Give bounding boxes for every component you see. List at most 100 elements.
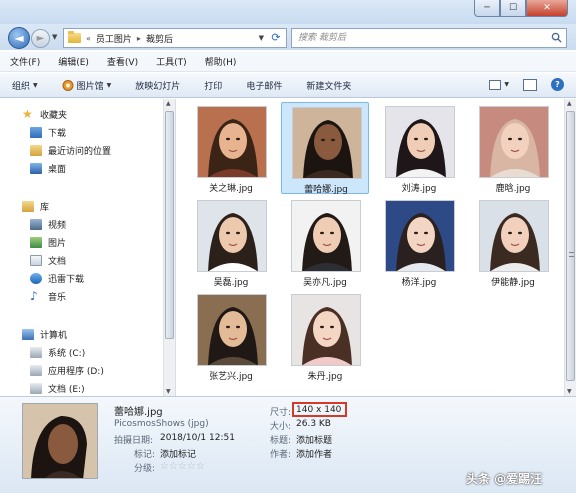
drive-icon bbox=[30, 364, 42, 376]
file-tile[interactable]: 刘涛.jpg bbox=[375, 102, 463, 194]
search-input[interactable]: 搜索 裁剪后 bbox=[291, 28, 567, 48]
menu-view[interactable]: 查看(V) bbox=[107, 55, 138, 68]
nav-drive-c[interactable]: 系统 (C:) bbox=[30, 345, 85, 359]
nav-drive-d[interactable]: 应用程序 (D:) bbox=[30, 363, 104, 377]
drive-icon bbox=[30, 382, 42, 394]
file-tile[interactable]: 吴磊.jpg bbox=[187, 196, 275, 288]
file-name: 刘涛.jpg bbox=[401, 184, 437, 194]
view-controls: ▼ ? bbox=[489, 78, 564, 91]
change-view-button[interactable]: ▼ bbox=[489, 79, 509, 90]
content-scroll-thumb[interactable] bbox=[566, 111, 575, 381]
nav-libraries[interactable]: 库 bbox=[22, 199, 49, 213]
detail-author-value[interactable]: 添加作者 bbox=[296, 447, 332, 460]
nav-label: 图片 bbox=[48, 238, 67, 249]
xunlei-icon bbox=[30, 272, 42, 284]
detail-title-value[interactable]: 添加标题 bbox=[296, 433, 332, 446]
nav-pictures[interactable]: 图片 bbox=[30, 235, 66, 249]
nav-documents[interactable]: 文档 bbox=[30, 253, 66, 267]
nav-scroll-thumb[interactable] bbox=[165, 111, 174, 339]
detail-rating-label: 分级: bbox=[134, 464, 156, 474]
nav-label: 应用程序 (D:) bbox=[48, 366, 104, 377]
preview-pane-icon[interactable] bbox=[523, 78, 537, 91]
file-tile[interactable]: 鹿晗.jpg bbox=[469, 102, 557, 194]
slideshow-button[interactable]: 放映幻灯片 bbox=[135, 79, 180, 92]
picture-viewer-button[interactable]: 图片馆 ▼ bbox=[62, 79, 111, 92]
scroll-down-arrow[interactable]: ▼ bbox=[166, 388, 171, 395]
scroll-up-arrow[interactable]: ▲ bbox=[567, 100, 572, 107]
nav-label: 音乐 bbox=[48, 292, 67, 303]
refresh-button[interactable]: ⟳ bbox=[266, 28, 286, 48]
file-tile[interactable]: 蕾哈娜.jpg bbox=[281, 102, 369, 195]
file-thumbnail bbox=[479, 106, 549, 178]
rating-stars[interactable]: ☆☆☆☆☆ bbox=[160, 461, 205, 472]
email-button[interactable]: 电子邮件 bbox=[246, 79, 282, 92]
scroll-down-arrow[interactable]: ▼ bbox=[567, 388, 572, 395]
portrait-image bbox=[23, 404, 97, 478]
nav-label: 文档 bbox=[48, 256, 67, 267]
detail-date-label: 拍摄日期: bbox=[114, 436, 154, 446]
menu-help[interactable]: 帮助(H) bbox=[205, 55, 237, 68]
system-drive-icon bbox=[30, 346, 42, 358]
file-thumbnail bbox=[385, 200, 455, 272]
menu-bar: 文件(F) 编辑(E) 查看(V) 工具(T) 帮助(H) bbox=[0, 52, 576, 72]
file-name: 朱丹.jpg bbox=[307, 372, 343, 382]
nav-recent[interactable]: 最近访问的位置 bbox=[30, 143, 111, 157]
back-button[interactable]: ◄ bbox=[8, 27, 30, 49]
menu-file[interactable]: 文件(F) bbox=[10, 55, 40, 68]
close-button[interactable]: ✕ bbox=[526, 0, 568, 17]
breadcrumb-item[interactable]: 裁剪后 bbox=[146, 32, 173, 45]
nav-favorites[interactable]: ★ 收藏夹 bbox=[22, 107, 67, 121]
address-row: ◄ ► ▼ « 员工图片 ▸ 裁剪后 ▼ ⟳ 搜索 裁剪后 bbox=[0, 24, 576, 50]
file-name: 张艺兴.jpg bbox=[209, 372, 253, 382]
navigation-pane: ★ 收藏夹 下载 最近访问的位置 桌面 库 视频 图片 文档 迅雷下载 ♪ 音乐… bbox=[0, 99, 176, 396]
detail-dim-label: 尺寸: bbox=[270, 408, 292, 418]
content-scrollbar[interactable]: ▲ ▼ bbox=[564, 99, 576, 396]
dimension-highlight-box bbox=[292, 402, 347, 417]
detail-tags-value[interactable]: 添加标记 bbox=[160, 447, 196, 460]
folder-icon bbox=[68, 31, 81, 43]
scroll-up-arrow[interactable]: ▲ bbox=[166, 100, 171, 107]
nav-xunlei[interactable]: 迅雷下载 bbox=[30, 271, 84, 285]
breadcrumb-overflow[interactable]: « bbox=[86, 34, 91, 43]
nav-music[interactable]: ♪ 音乐 bbox=[30, 289, 66, 303]
file-tile[interactable]: 杨洋.jpg bbox=[375, 196, 463, 288]
desktop-icon bbox=[30, 162, 42, 174]
menu-tools[interactable]: 工具(T) bbox=[156, 55, 187, 68]
breadcrumb-item[interactable]: 员工图片 bbox=[96, 32, 132, 45]
file-tile[interactable]: 朱丹.jpg bbox=[281, 290, 369, 382]
nav-videos[interactable]: 视频 bbox=[30, 217, 66, 231]
nav-drive-e[interactable]: 文档 (E:) bbox=[30, 381, 85, 395]
detail-date-value: 2018/10/1 12:51 bbox=[160, 433, 235, 443]
help-icon[interactable]: ? bbox=[551, 78, 564, 91]
nav-scrollbar[interactable]: ▲ ▼ bbox=[163, 99, 175, 396]
file-tile[interactable]: 张艺兴.jpg bbox=[187, 290, 275, 382]
breadcrumb-separator[interactable]: ▸ bbox=[137, 34, 141, 43]
nav-label: 下载 bbox=[48, 128, 67, 139]
file-tile[interactable]: 伊能静.jpg bbox=[469, 196, 557, 288]
nav-downloads[interactable]: 下载 bbox=[30, 125, 66, 139]
minimize-button[interactable]: ─ bbox=[474, 0, 500, 17]
organize-button[interactable]: 组织 ▼ bbox=[12, 79, 38, 92]
title-bar: ─ ☐ ✕ bbox=[0, 0, 576, 26]
new-folder-button[interactable]: 新建文件夹 bbox=[306, 79, 351, 92]
nav-computer[interactable]: 计算机 bbox=[22, 327, 67, 341]
file-name: 杨洋.jpg bbox=[401, 278, 437, 288]
address-bar[interactable]: « 员工图片 ▸ 裁剪后 ▼ bbox=[63, 28, 287, 48]
recent-pages-dropdown[interactable]: ▼ bbox=[52, 33, 57, 41]
print-button[interactable]: 打印 bbox=[204, 79, 222, 92]
menu-edit[interactable]: 编辑(E) bbox=[58, 55, 89, 68]
nav-desktop[interactable]: 桌面 bbox=[30, 161, 66, 175]
address-dropdown[interactable]: ▼ bbox=[259, 34, 264, 42]
forward-button[interactable]: ► bbox=[31, 29, 50, 48]
file-tile[interactable]: 关之琳.jpg bbox=[187, 102, 275, 194]
detail-tags-label: 标记: bbox=[134, 450, 156, 460]
documents-icon bbox=[30, 254, 42, 266]
search-icon[interactable] bbox=[551, 32, 562, 43]
file-name: 吴亦凡.jpg bbox=[303, 278, 347, 288]
maximize-button[interactable]: ☐ bbox=[500, 0, 526, 17]
nav-label: 计算机 bbox=[40, 330, 68, 341]
file-thumbnail bbox=[291, 200, 361, 272]
star-icon: ★ bbox=[22, 106, 33, 121]
file-tile[interactable]: 吴亦凡.jpg bbox=[281, 196, 369, 288]
file-thumbnail bbox=[197, 200, 267, 272]
